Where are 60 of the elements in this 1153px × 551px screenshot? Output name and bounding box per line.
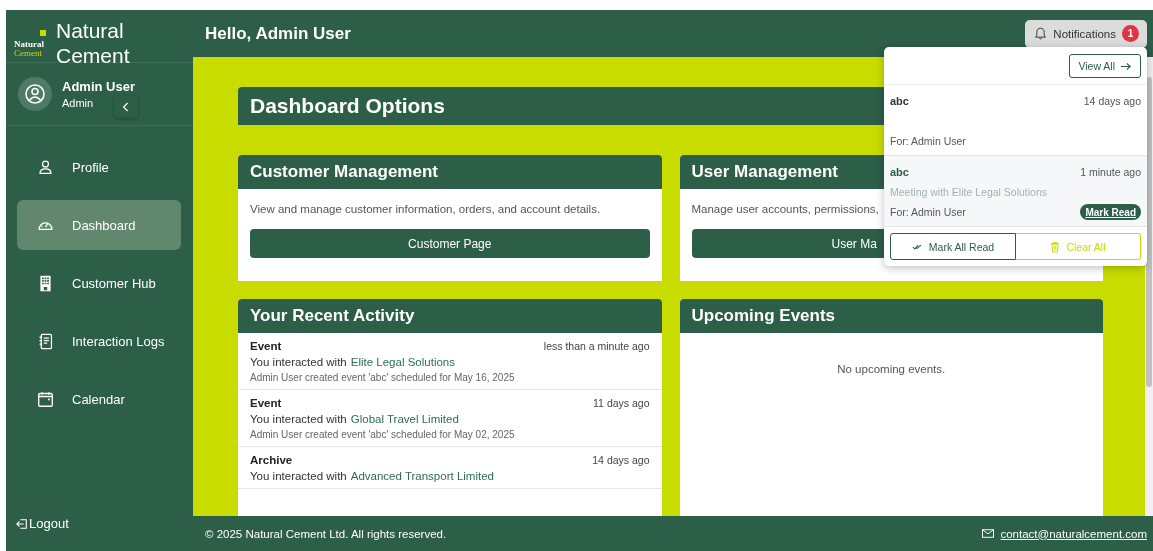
activity-time: 11 days ago xyxy=(593,397,650,409)
card-description: Manage user accounts, permissions, xyxy=(691,203,879,215)
card-title: Upcoming Events xyxy=(679,299,1103,333)
sidebar-item[interactable]: Customer Hub xyxy=(17,258,181,308)
notification-title: abc xyxy=(890,95,909,107)
activity-time: 14 days ago xyxy=(592,454,650,466)
notification-title: abc xyxy=(890,166,909,178)
activity-type: Archive xyxy=(250,454,293,466)
card-title: Customer Management xyxy=(238,155,662,189)
notifications-button[interactable]: Notifications 1 xyxy=(1025,19,1147,48)
user-role: Admin xyxy=(62,97,94,109)
notification-item[interactable]: abc 1 minute ago Meeting with Elite Legal Solutions For: Admin User Mark Read xyxy=(884,156,1147,227)
copyright-text: © 2025 Natural Cement Ltd. All rights reserved. xyxy=(205,527,447,540)
card-description: View and manage customer information, orders, and account details. xyxy=(250,203,601,215)
company-link[interactable]: Global Travel Limited xyxy=(350,413,459,425)
sidebar-item[interactable]: Interaction Logs xyxy=(17,316,181,366)
company-link[interactable]: Elite Legal Solutions xyxy=(350,356,455,368)
page-button[interactable]: Customer Page xyxy=(250,229,650,258)
greeting: Hello, Admin User xyxy=(205,23,351,44)
notification-recipient: For: Admin User xyxy=(890,206,966,218)
collapse-button[interactable] xyxy=(114,96,138,118)
activity-detail: Admin User created event 'abc' scheduled for May 16, 2025 xyxy=(250,372,516,383)
activity-type: Event xyxy=(250,340,282,352)
view-all-button[interactable]: View All xyxy=(1069,54,1141,78)
avatar-icon xyxy=(18,77,52,111)
sidebar-item[interactable]: Dashboard xyxy=(17,200,181,250)
card-title: Your Recent Activity xyxy=(238,299,662,333)
empty-message: No upcoming events. xyxy=(836,363,947,375)
arrow-right-icon xyxy=(1120,61,1132,71)
calendar-icon xyxy=(37,390,54,408)
activity-detail: Admin User created event 'abc' scheduled for May 02, 2025 xyxy=(250,429,516,440)
user-name: Admin User xyxy=(62,79,135,94)
notebook-icon xyxy=(37,332,54,350)
building-icon xyxy=(37,274,54,292)
activity-text: You interacted with xyxy=(250,356,347,368)
mark-read-button[interactable]: Mark Read xyxy=(1080,204,1141,220)
person-icon xyxy=(37,158,54,176)
activity-text: You interacted with xyxy=(250,413,347,425)
notification-message: Meeting with Elite Legal Solutions xyxy=(890,186,1047,198)
sidebar-item[interactable]: Calendar xyxy=(17,374,181,424)
company-link[interactable]: Advanced Transport Limited xyxy=(350,470,494,482)
activity-type: Event xyxy=(250,397,282,409)
mark-all-read-button[interactable]: Mark All Read xyxy=(890,233,1016,260)
brand-name: Natural xyxy=(56,18,125,43)
activity-text: You interacted with xyxy=(250,470,347,482)
activity-time: less than a minute ago xyxy=(543,340,650,352)
trash-icon xyxy=(1050,240,1061,253)
email-link[interactable]: contact@naturalcement.com xyxy=(1000,527,1147,540)
logo: Natural Cement xyxy=(14,28,52,58)
notification-count-badge: 1 xyxy=(1122,25,1139,42)
logout-link[interactable]: Logout xyxy=(6,516,193,531)
sidebar-item[interactable]: Profile xyxy=(17,142,181,192)
logout-icon xyxy=(16,517,28,530)
chevron-left-icon xyxy=(122,101,130,113)
brand-name: Cement xyxy=(56,43,130,68)
notification-recipient: For: Admin User xyxy=(890,135,966,147)
bell-icon xyxy=(1034,27,1048,40)
envelope-icon xyxy=(982,529,995,538)
double-check-icon xyxy=(911,242,923,251)
logo-square-icon xyxy=(40,30,46,36)
